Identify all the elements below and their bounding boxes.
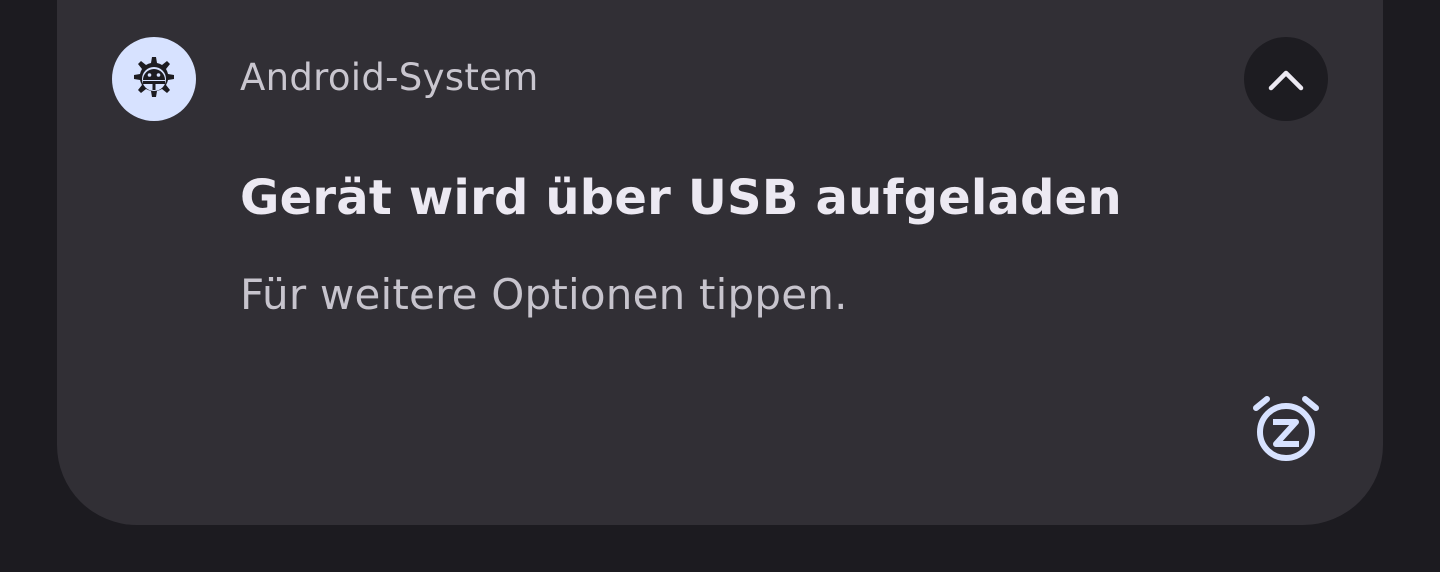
expand-collapse-button[interactable]	[1244, 37, 1328, 121]
snooze-alarm-icon	[1253, 396, 1319, 461]
notification-shade: Android-System Gerät wird über USB aufge…	[0, 0, 1440, 572]
notification-title: Gerät wird über USB aufgeladen	[240, 170, 1122, 226]
app-name-label: Android-System	[240, 56, 539, 99]
snooze-button[interactable]	[1244, 386, 1328, 470]
android-system-gear-icon	[112, 37, 196, 121]
chevron-up-icon	[1268, 70, 1304, 91]
notification-text: Für weitere Optionen tippen.	[240, 270, 848, 319]
